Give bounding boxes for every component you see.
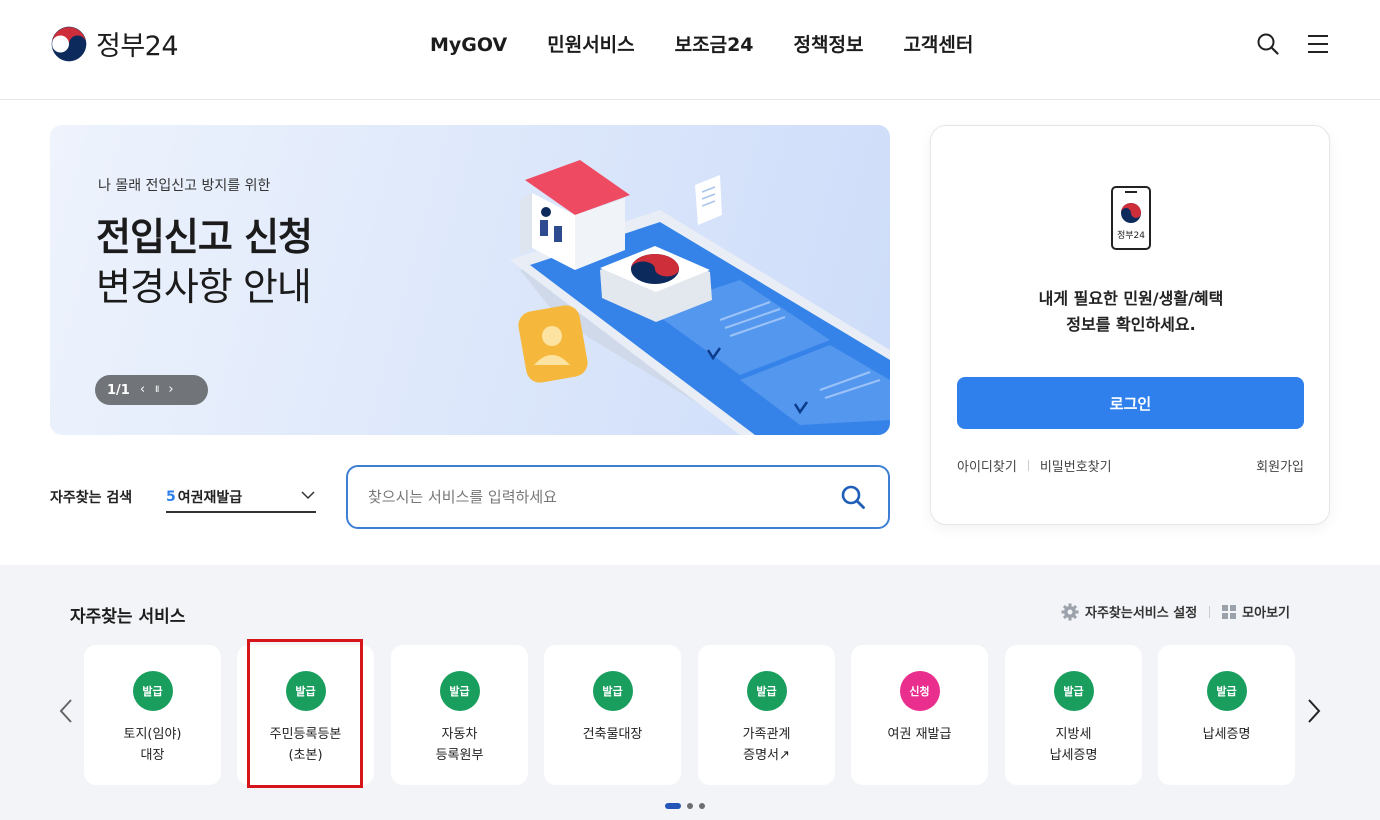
- favorite-tools: 자주찾는서비스 설정 모아보기: [1061, 602, 1290, 621]
- mobile-gov24-icon: 정부24: [1111, 186, 1151, 250]
- nav-subsidy24[interactable]: 보조금24: [655, 31, 774, 59]
- slide-counter: 1/1: [107, 382, 130, 398]
- service-card-land-register[interactable]: 발급 토지(임야) 대장: [84, 645, 221, 785]
- next-slide-icon[interactable]: ›: [168, 375, 173, 405]
- search-submit-icon[interactable]: [840, 484, 866, 510]
- find-id-link[interactable]: 아이디찾기: [957, 456, 1017, 475]
- badge-apply: 신청: [899, 671, 940, 711]
- nav-mygov[interactable]: MyGOV: [410, 31, 527, 59]
- favorites-settings-button[interactable]: 자주찾는서비스 설정: [1061, 602, 1197, 621]
- site-header: 정부24 MyGOV 민원서비스 보조금24 정책정보 고객센터: [0, 0, 1380, 100]
- carousel-next-icon[interactable]: [1305, 696, 1323, 726]
- service-label: 건축물대장: [582, 727, 643, 742]
- pagination-dot-active[interactable]: [665, 803, 681, 809]
- find-password-link[interactable]: 비밀번호찾기: [1040, 456, 1112, 475]
- carousel-pagination: [665, 803, 705, 809]
- search-icon[interactable]: [1256, 32, 1280, 56]
- logo-text: 정부24: [96, 31, 179, 62]
- gov24-main-page: 정부24 MyGOV 민원서비스 보조금24 정책정보 고객센터 나 몰래 전입…: [0, 0, 1380, 820]
- service-card-passport-reissue[interactable]: 신청 여권 재발급: [851, 645, 988, 785]
- service-label: 주민등록등본 (초본): [269, 727, 342, 763]
- login-message-line2: 정보를 확인하세요.: [1066, 315, 1196, 334]
- badge-issue: 발급: [439, 671, 480, 711]
- tools-divider: [1209, 605, 1211, 618]
- gear-icon: [1061, 603, 1079, 620]
- chevron-down-icon: [301, 491, 315, 500]
- nav-civil-service[interactable]: 민원서비스: [527, 31, 654, 59]
- keyword-text: 여권재발급: [177, 490, 243, 506]
- login-button[interactable]: 로그인: [957, 377, 1304, 429]
- badge-issue: 발급: [1053, 671, 1094, 711]
- main-navigation: MyGOV 민원서비스 보조금24 정책정보 고객센터: [410, 31, 993, 59]
- banner-slider-control: 1/1 ‹ II ›: [95, 375, 208, 405]
- view-all-label: 모아보기: [1242, 606, 1290, 621]
- link-divider: [1027, 460, 1029, 471]
- badge-issue: 발급: [285, 671, 326, 711]
- service-card-building-register[interactable]: 발급 건축물대장: [544, 645, 681, 785]
- pagination-dot[interactable]: [699, 803, 705, 809]
- phone-label: 정부24: [1117, 230, 1145, 241]
- view-all-button[interactable]: 모아보기: [1222, 602, 1290, 621]
- badge-issue: 발급: [592, 671, 633, 711]
- pause-icon[interactable]: II: [155, 375, 159, 405]
- service-card-local-tax-certificate[interactable]: 발급 지방세 납세증명: [1005, 645, 1142, 785]
- badge-issue: 발급: [746, 671, 787, 711]
- favorite-services-title: 자주찾는 서비스: [70, 607, 186, 627]
- favorite-services-section: 자주찾는 서비스 자주찾는서비스 설정 모아보기 발급 토지(임야) 대장 발급…: [0, 565, 1380, 820]
- popular-search-label: 자주찾는 검색: [50, 490, 133, 506]
- badge-issue: 발급: [132, 671, 173, 711]
- keyword-rank: 5: [166, 489, 176, 505]
- login-card: 정부24 내게 필요한 민원/생활/혜택 정보를 확인하세요. 로그인 아이디찾…: [930, 125, 1330, 525]
- banner-title: 전입신고 신청: [96, 215, 313, 259]
- badge-issue: 발급: [1206, 671, 1247, 711]
- service-label: 자동차 등록원부: [435, 727, 484, 763]
- service-card-vehicle-register[interactable]: 발급 자동차 등록원부: [391, 645, 528, 785]
- login-message-line1: 내게 필요한 민원/생활/혜택: [1038, 289, 1224, 308]
- banner-illustration: [510, 160, 890, 435]
- prev-slide-icon[interactable]: ‹: [140, 375, 145, 405]
- header-utilities: [1256, 32, 1330, 56]
- service-card-family-certificate[interactable]: 발급 가족관계 증명서↗: [698, 645, 835, 785]
- favorites-settings-label: 자주찾는서비스 설정: [1084, 606, 1198, 621]
- service-label: 여권 재발급: [887, 727, 952, 742]
- service-card-tax-certificate[interactable]: 발급 납세증명: [1158, 645, 1295, 785]
- service-search-box: [346, 465, 890, 529]
- signup-link[interactable]: 회원가입: [1256, 456, 1304, 475]
- nav-customer-center[interactable]: 고객센터: [883, 31, 993, 59]
- service-label: 납세증명: [1202, 727, 1251, 742]
- login-message: 내게 필요한 민원/생활/혜택 정보를 확인하세요.: [931, 286, 1331, 338]
- service-label: 토지(임야) 대장: [123, 727, 182, 763]
- banner-title-line2: 변경사항 안내: [96, 265, 312, 309]
- service-card-resident-registration[interactable]: 발급 주민등록등본 (초본): [237, 645, 374, 785]
- taegeuk-logo-icon: [51, 26, 87, 61]
- menu-icon[interactable]: [1306, 32, 1330, 56]
- banner-subtitle: 나 몰래 전입신고 방지를 위한: [98, 178, 271, 194]
- service-label: 지방세 납세증명: [1049, 727, 1098, 763]
- nav-policy-info[interactable]: 정책정보: [774, 31, 884, 59]
- pagination-dot[interactable]: [687, 803, 693, 809]
- service-label: 가족관계 증명서↗: [742, 727, 791, 763]
- grid-icon: [1222, 604, 1237, 619]
- service-search-input[interactable]: [368, 488, 828, 506]
- login-links: 아이디찾기 비밀번호찾기 회원가입: [957, 456, 1304, 475]
- carousel-prev-icon[interactable]: [57, 696, 75, 726]
- hero-banner[interactable]: 나 몰래 전입신고 방지를 위한 전입신고 신청 변경사항 안내 1/1 ‹ I…: [50, 125, 890, 435]
- popular-keyword-select[interactable]: 5 여권재발급: [166, 483, 316, 513]
- site-logo[interactable]: 정부24: [50, 24, 179, 63]
